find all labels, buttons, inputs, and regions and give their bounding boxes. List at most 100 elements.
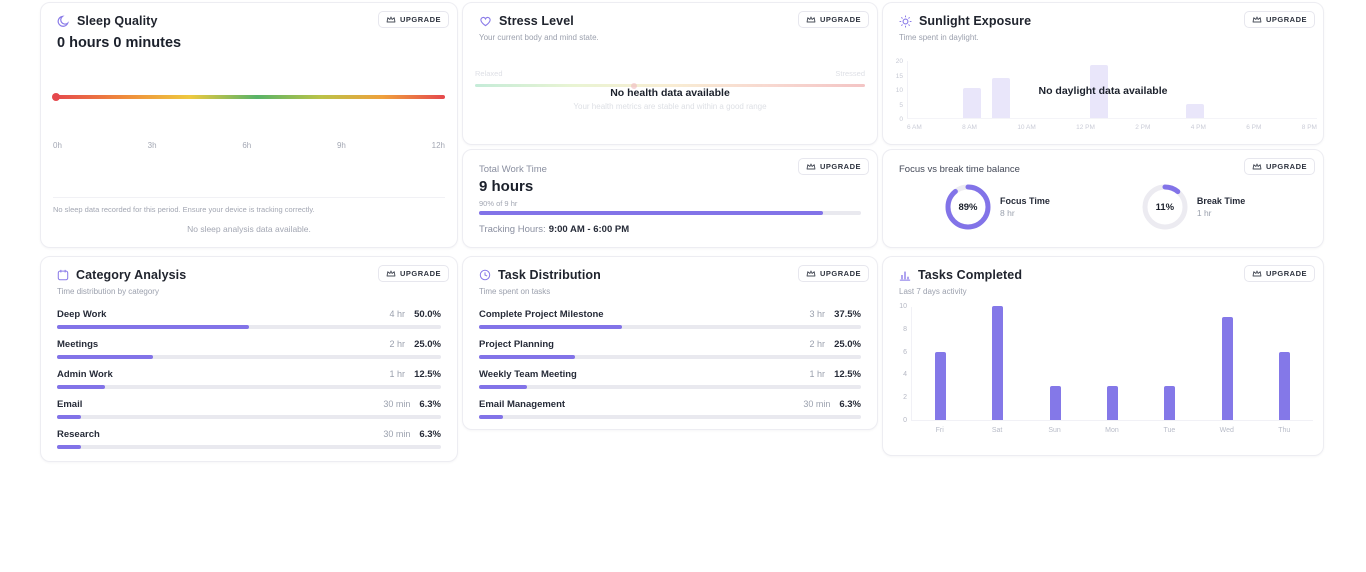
work-time-value: 9 hours	[479, 178, 534, 195]
upgrade-button[interactable]: UPGRADE	[797, 158, 869, 175]
task-bar	[935, 351, 947, 420]
work-progress-track	[479, 211, 861, 215]
y-tick-label: 5	[899, 101, 903, 109]
row-percent: 25.0%	[834, 339, 861, 350]
task-bar	[1221, 317, 1233, 420]
progress-row: Email 30 min 6.3%	[57, 397, 441, 427]
row-percent: 50.0%	[414, 309, 441, 320]
no-data-submessage: Your health metrics are stable and withi…	[573, 102, 767, 111]
sunlight-exposure-card: Sunlight Exposure UPGRADE Time spent in …	[882, 2, 1324, 145]
y-tick-label: 10	[899, 303, 907, 310]
progress-track	[479, 355, 861, 359]
bar-slot	[1084, 385, 1141, 420]
upgrade-button[interactable]: UPGRADE	[377, 11, 449, 28]
upgrade-label: UPGRADE	[1265, 15, 1307, 24]
sleep-marker-dot	[52, 93, 60, 101]
progress-track	[57, 415, 441, 419]
y-tick-label: 0	[903, 417, 907, 424]
y-tick-label: 8	[903, 325, 907, 333]
bar-chart-icon	[899, 269, 911, 281]
upgrade-button[interactable]: UPGRADE	[797, 11, 869, 28]
upgrade-label: UPGRADE	[399, 269, 441, 278]
x-tick-label: 4 PM	[1190, 124, 1206, 131]
card-title: Category Analysis	[76, 268, 187, 282]
card-subtitle: Time spent on tasks	[479, 287, 551, 296]
total-work-time-card: UPGRADE Total Work Time 9 hours 90% of 9…	[462, 149, 878, 248]
progress-track	[57, 385, 441, 389]
card-title: Sunlight Exposure	[919, 14, 1032, 28]
work-progress-caption: 90% of 9 hr	[479, 199, 518, 208]
progress-fill	[479, 385, 527, 389]
row-label: Email Management	[479, 399, 566, 410]
category-rows: Deep Work 4 hr 50.0% Meetings 2 hr 25.0% Admin…	[57, 307, 441, 457]
crown-icon	[806, 15, 816, 24]
axis-label: 6h	[242, 141, 252, 150]
row-label: Project Planning	[479, 339, 554, 350]
bar-slot	[969, 306, 1026, 420]
category-analysis-card: Category Analysis UPGRADE Time distribut…	[40, 256, 458, 462]
card-subtitle: Your current body and mind state.	[479, 33, 599, 42]
row-label: Complete Project Milestone	[479, 309, 604, 320]
bar-slot	[1027, 385, 1084, 420]
donut-subtitle: 8 hr	[1000, 208, 1015, 218]
donut-ring: 89%	[945, 184, 991, 230]
progress-row: Deep Work 4 hr 50.0%	[57, 307, 441, 337]
progress-track	[57, 355, 441, 359]
row-time: 30 min	[803, 399, 831, 409]
sun-icon	[899, 15, 912, 28]
divider	[53, 197, 445, 198]
progress-track	[479, 325, 861, 329]
progress-row: Research 30 min 6.3%	[57, 427, 441, 457]
sunlight-x-axis: 6 AM 8 AM 10 AM 12 PM 2 PM 4 PM 6 PM 8 PM	[907, 124, 1317, 131]
upgrade-button[interactable]: UPGRADE	[1243, 11, 1315, 28]
row-percent: 6.3%	[839, 399, 861, 410]
upgrade-label: UPGRADE	[819, 15, 861, 24]
upgrade-button[interactable]: UPGRADE	[797, 265, 869, 282]
balance-label: Focus vs break time balance	[899, 164, 1020, 175]
sleep-axis: 0h 3h 6h 9h 12h	[53, 141, 445, 150]
donut-group: 11% Break Time 1 hr	[1142, 184, 1245, 230]
row-percent: 12.5%	[414, 369, 441, 380]
x-tick-label: Thu	[1278, 427, 1291, 434]
donut-title: Focus Time	[1000, 196, 1050, 206]
task-bar	[992, 306, 1004, 420]
completed-x-axis: Fri Sat Sun Mon Tue Wed Thu	[911, 427, 1313, 434]
progress-row: Project Planning 2 hr 25.0%	[479, 337, 861, 367]
progress-track	[57, 325, 441, 329]
row-time: 30 min	[383, 429, 411, 439]
progress-track	[479, 415, 861, 419]
work-progress-fill	[479, 211, 823, 215]
bar-slot	[912, 351, 969, 420]
card-title: Task Distribution	[498, 268, 601, 282]
donut-ring: 11%	[1142, 184, 1188, 230]
upgrade-label: UPGRADE	[399, 15, 441, 24]
crown-icon	[386, 15, 396, 24]
task-distribution-card: Task Distribution UPGRADE Time spent on …	[462, 256, 878, 430]
progress-fill	[479, 415, 504, 419]
upgrade-label: UPGRADE	[1265, 269, 1307, 278]
row-time: 3 hr	[809, 309, 826, 319]
tracking-value: 9:00 AM - 6:00 PM	[548, 224, 630, 235]
row-percent: 25.0%	[414, 339, 441, 350]
x-tick-label: Sun	[1048, 427, 1061, 434]
bar-slot	[1256, 351, 1313, 420]
heart-icon	[479, 15, 492, 27]
row-label: Weekly Team Meeting	[479, 369, 577, 380]
donut-title: Break Time	[1196, 196, 1246, 206]
upgrade-button[interactable]: UPGRADE	[1243, 158, 1315, 175]
axis-label: 12h	[431, 141, 445, 150]
upgrade-button[interactable]: UPGRADE	[377, 265, 449, 282]
y-tick-label: 6	[903, 348, 907, 356]
crown-icon	[386, 269, 396, 278]
progress-row: Email Management 30 min 6.3%	[479, 397, 861, 427]
upgrade-label: UPGRADE	[819, 269, 861, 278]
stress-scale-labels: Relaxed Stressed	[475, 69, 865, 78]
card-title: Stress Level	[499, 14, 574, 28]
ghost-bar	[1186, 104, 1205, 118]
axis-label: 3h	[147, 141, 157, 150]
task-bar	[1106, 385, 1118, 420]
x-tick-label: Tue	[1163, 427, 1176, 434]
sleep-gradient-bar	[52, 93, 445, 101]
progress-fill	[57, 325, 249, 329]
upgrade-button[interactable]: UPGRADE	[1243, 265, 1315, 282]
